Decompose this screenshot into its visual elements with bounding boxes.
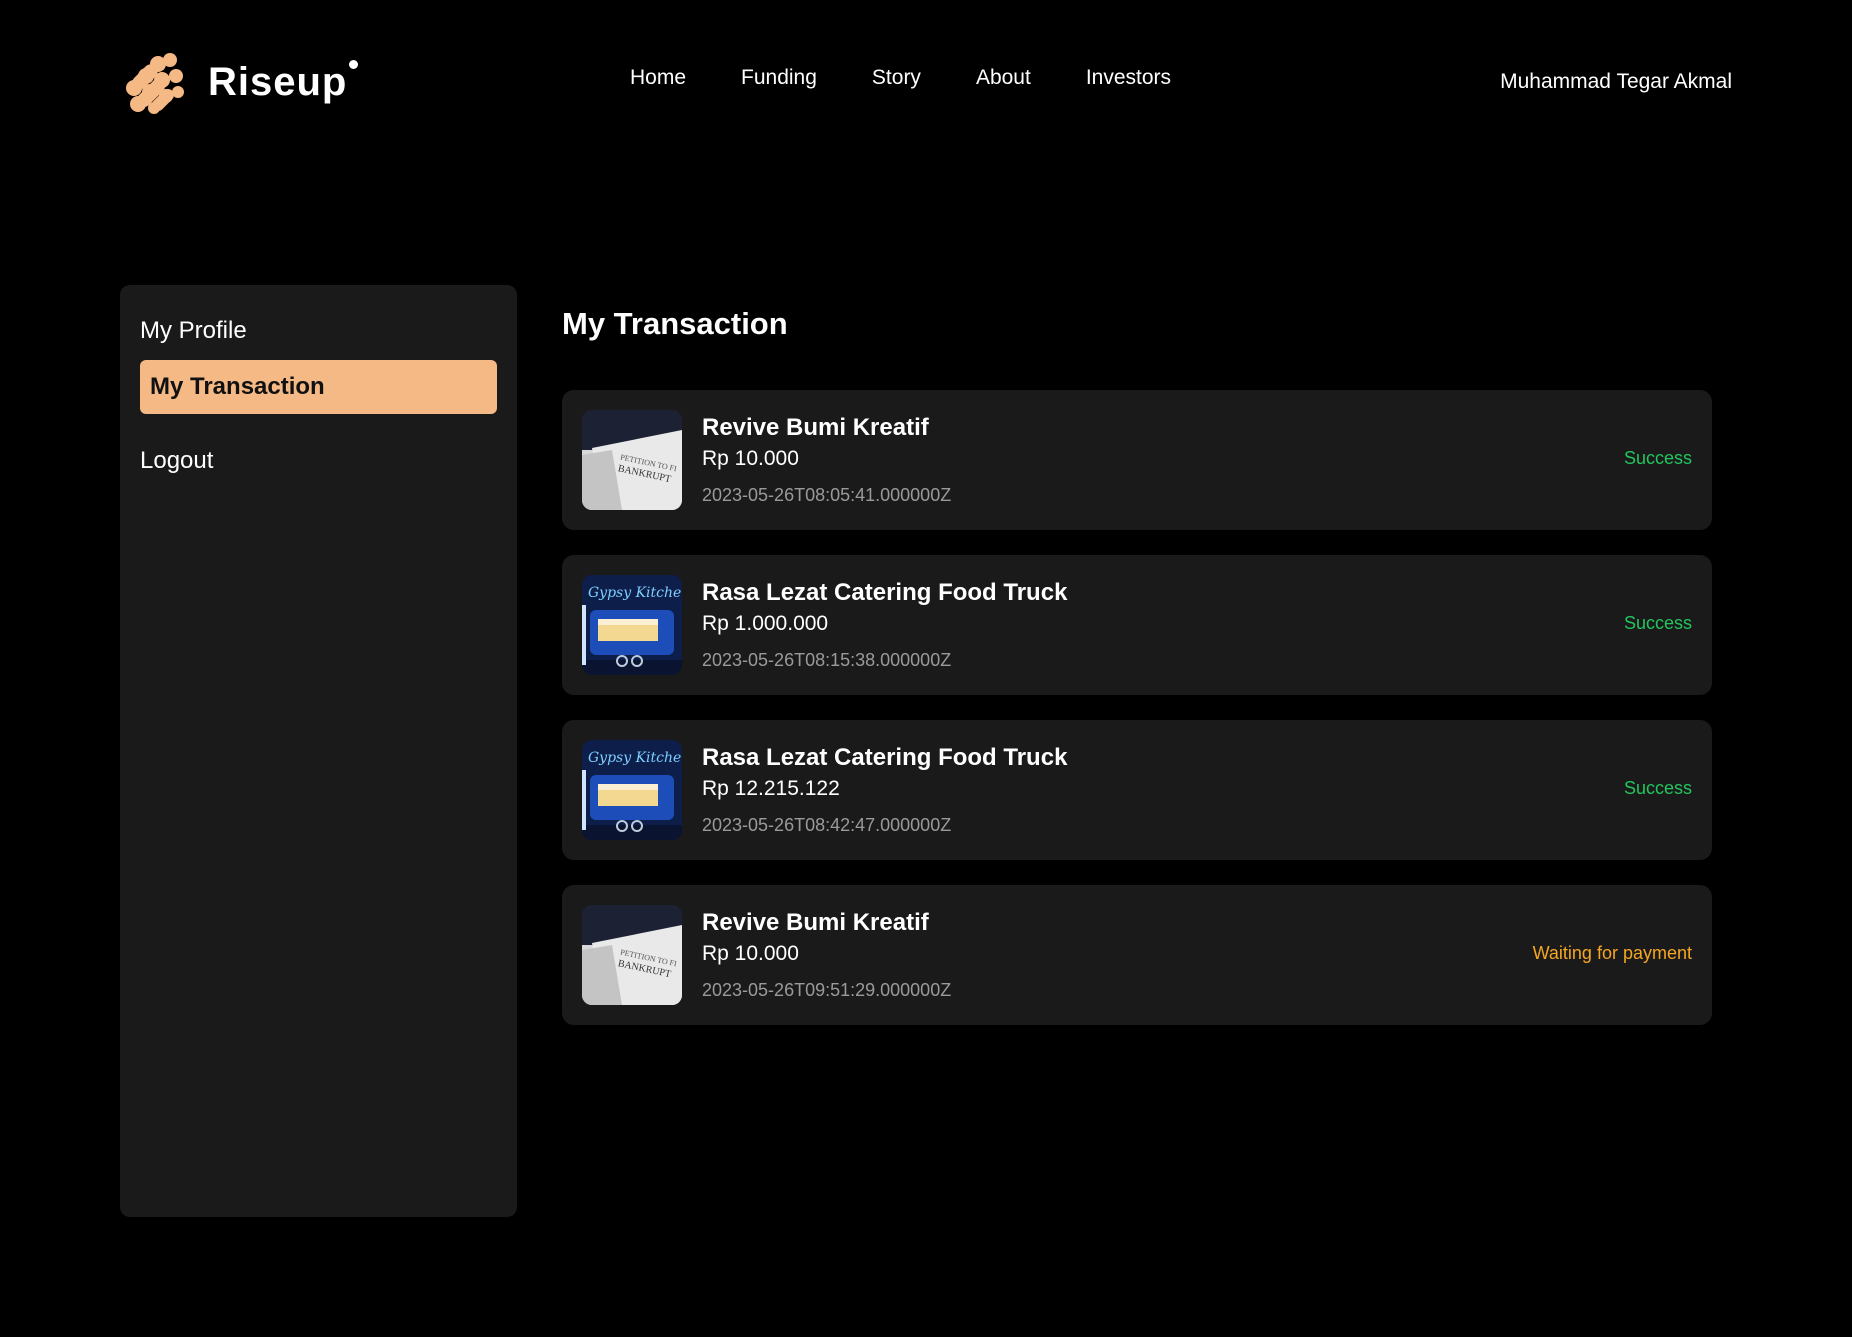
transaction-title: Revive Bumi Kreatif xyxy=(702,414,929,441)
food-truck-thumbnail: Gypsy Kitchen xyxy=(582,740,682,840)
bankruptcy-document-thumbnail: PETITION TO FI BANKRUPT xyxy=(582,410,682,510)
svg-text:Gypsy Kitchen: Gypsy Kitchen xyxy=(588,585,682,601)
transaction-amount: Rp 1.000.000 xyxy=(702,612,829,635)
riseup-logo-icon xyxy=(126,53,184,114)
transaction-date: 2023-05-26T08:42:47.000000Z xyxy=(702,815,952,835)
nav-home[interactable]: Home xyxy=(630,66,686,90)
profile-sidebar: My Profile My Transaction Logout xyxy=(120,285,517,1217)
nav-story[interactable]: Story xyxy=(872,66,921,90)
brand-logo[interactable]: Riseup xyxy=(120,48,359,116)
transaction-title: Rasa Lezat Catering Food Truck xyxy=(702,579,1068,606)
main-nav: Home Funding Story About Investors xyxy=(630,66,1226,90)
food-truck-thumbnail: Gypsy Kitchen xyxy=(582,575,682,675)
transaction-date: 2023-05-26T08:15:38.000000Z xyxy=(702,650,952,670)
transaction-amount: Rp 10.000 xyxy=(702,942,799,965)
transaction-amount: Rp 12.215.122 xyxy=(702,777,840,800)
page-title: My Transaction xyxy=(562,306,788,341)
transaction-card[interactable]: Gypsy Kitchen Rasa Lezat Catering Food T… xyxy=(562,555,1712,695)
transaction-card[interactable]: Gypsy Kitchen Rasa Lezat Catering Food T… xyxy=(562,720,1712,860)
transaction-status: Success xyxy=(1623,778,1692,798)
transaction-date: 2023-05-26T09:51:29.000000Z xyxy=(702,980,952,1000)
nav-funding[interactable]: Funding xyxy=(741,66,817,90)
transaction-status: Success xyxy=(1623,448,1692,468)
transaction-status: Success xyxy=(1623,613,1692,633)
transaction-title: Rasa Lezat Catering Food Truck xyxy=(702,744,1068,771)
transaction-title: Revive Bumi Kreatif xyxy=(702,909,929,936)
nav-about[interactable]: About xyxy=(976,66,1031,90)
transaction-list: PETITION TO FI BANKRUPT Revive Bumi Krea… xyxy=(562,390,1712,1050)
transaction-status: Waiting for payment xyxy=(1532,943,1692,963)
sidebar-item-my-profile[interactable]: My Profile xyxy=(140,304,497,358)
transaction-card[interactable]: PETITION TO FI BANKRUPT Revive Bumi Krea… xyxy=(562,390,1712,530)
brand-name: Riseup xyxy=(208,59,348,104)
transaction-amount: Rp 10.000 xyxy=(702,447,799,470)
transaction-card[interactable]: PETITION TO FI BANKRUPT Revive Bumi Krea… xyxy=(562,885,1712,1025)
sidebar-item-my-transaction[interactable]: My Transaction xyxy=(140,360,497,414)
top-header: Riseup Home Funding Story About Investor… xyxy=(0,0,1852,170)
bankruptcy-document-thumbnail: PETITION TO FI BANKRUPT xyxy=(582,905,682,1005)
svg-text:Gypsy Kitchen: Gypsy Kitchen xyxy=(588,750,682,766)
transaction-date: 2023-05-26T08:05:41.000000Z xyxy=(702,485,952,505)
brand-dot-icon xyxy=(349,59,359,69)
user-name-link[interactable]: Muhammad Tegar Akmal xyxy=(1500,70,1732,94)
nav-investors[interactable]: Investors xyxy=(1086,66,1171,90)
sidebar-item-logout[interactable]: Logout xyxy=(140,434,497,488)
